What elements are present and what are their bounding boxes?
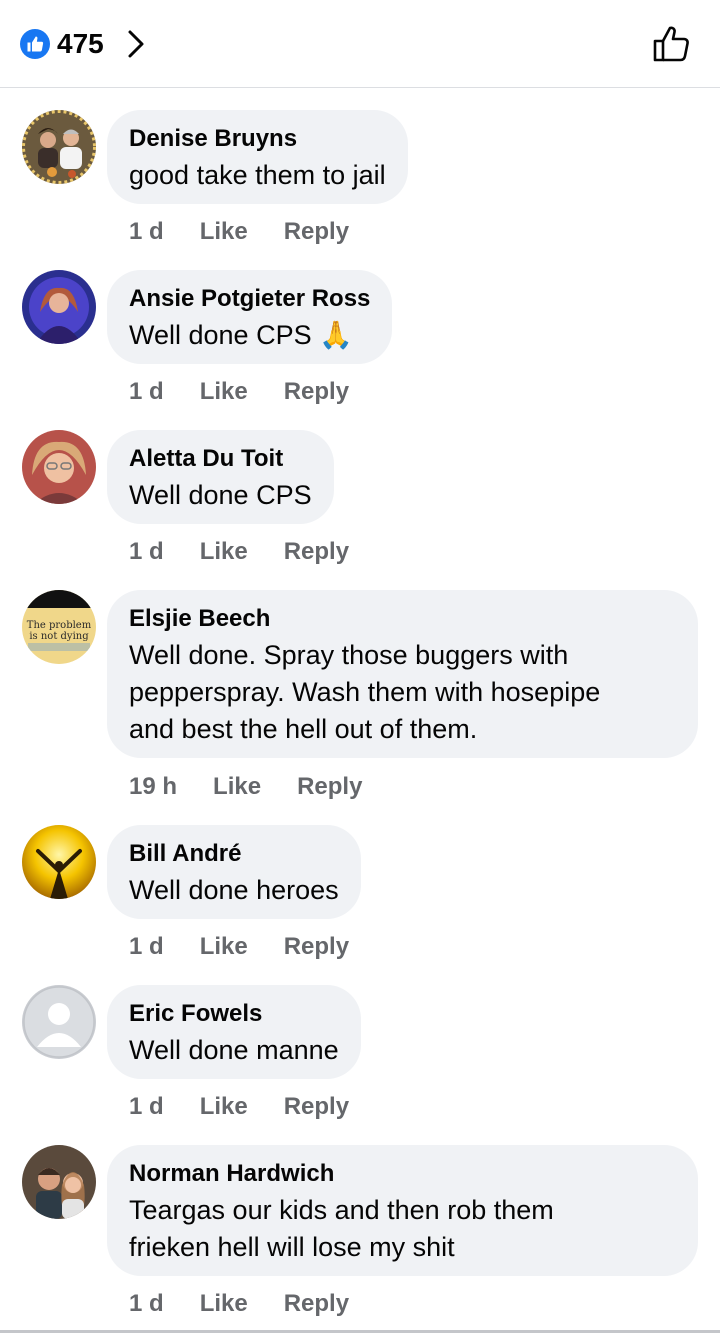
like-button[interactable]: Like bbox=[200, 1289, 248, 1319]
like-button[interactable]: Like bbox=[200, 377, 248, 407]
comment-time: 1 d bbox=[129, 538, 164, 565]
comment-text: good take them to jail bbox=[129, 160, 386, 190]
like-button[interactable]: Like bbox=[200, 217, 248, 247]
reply-button[interactable]: Reply bbox=[284, 1092, 349, 1122]
reply-button[interactable]: Reply bbox=[284, 537, 349, 567]
comment-actions: 1 d Like Reply bbox=[129, 1289, 349, 1319]
avatar[interactable] bbox=[22, 110, 96, 184]
comment-actions: 19 h Like Reply bbox=[129, 772, 362, 802]
comment-bubble[interactable]: Bill André Well done heroes bbox=[107, 825, 361, 919]
comment-text-line: frieken hell will lose my shit bbox=[129, 1232, 455, 1262]
comment-bubble[interactable]: Aletta Du Toit Well done CPS bbox=[107, 430, 334, 524]
comment-bubble[interactable]: Elsjie Beech Well done. Spray those bugg… bbox=[107, 590, 698, 758]
reaction-count[interactable]: 475 bbox=[57, 26, 104, 62]
like-button[interactable]: Like bbox=[200, 932, 248, 962]
reactions-header: 475 bbox=[0, 0, 720, 88]
comment-actions: 1 d Like Reply bbox=[129, 377, 349, 407]
avatar[interactable] bbox=[22, 985, 96, 1059]
comment-text: Well done CPS bbox=[129, 480, 312, 510]
comment-text: Teargas our kids and then rob them friek… bbox=[129, 1192, 676, 1266]
comment-text-line: Well done. Spray those buggers with bbox=[129, 640, 569, 670]
comment-author[interactable]: Elsjie Beech bbox=[129, 604, 676, 634]
thumbs-up-reaction-icon bbox=[20, 29, 50, 59]
comment-bubble[interactable]: Eric Fowels Well done manne bbox=[107, 985, 361, 1079]
like-outline-icon[interactable] bbox=[650, 23, 692, 65]
avatar[interactable]: The problem is not dying bbox=[22, 590, 96, 664]
comment-time: 19 h bbox=[129, 773, 178, 800]
avatar[interactable] bbox=[22, 825, 96, 899]
comment-author[interactable]: Denise Bruyns bbox=[129, 124, 386, 154]
like-button[interactable]: Like bbox=[200, 1092, 248, 1122]
comment-bubble[interactable]: Denise Bruyns good take them to jail bbox=[107, 110, 408, 204]
comment-time: 1 d bbox=[129, 218, 164, 245]
comment-time: 1 d bbox=[129, 1290, 164, 1317]
comment-author[interactable]: Eric Fowels bbox=[129, 999, 339, 1029]
comment-author[interactable]: Norman Hardwich bbox=[129, 1159, 676, 1189]
comment-actions: 1 d Like Reply bbox=[129, 537, 349, 567]
comment-time: 1 d bbox=[129, 933, 164, 960]
comment-author[interactable]: Aletta Du Toit bbox=[129, 444, 312, 474]
comment-text: Well done manne bbox=[129, 1035, 339, 1065]
comment-text: Well done CPS 🙏 bbox=[129, 320, 353, 350]
comment-text-line: and best the hell out of them. bbox=[129, 714, 478, 744]
comment-text: Well done heroes bbox=[129, 875, 339, 905]
comment-actions: 1 d Like Reply bbox=[129, 932, 349, 962]
reply-button[interactable]: Reply bbox=[297, 772, 362, 802]
comment-actions: 1 d Like Reply bbox=[129, 1092, 349, 1122]
reply-button[interactable]: Reply bbox=[284, 217, 349, 247]
comment-text-line: Teargas our kids and then rob them bbox=[129, 1195, 554, 1225]
comment-author[interactable]: Bill André bbox=[129, 839, 339, 869]
like-button[interactable]: Like bbox=[200, 537, 248, 567]
comment-text-line: pepperspray. Wash them with hosepipe bbox=[129, 677, 601, 707]
comment-actions: 1 d Like Reply bbox=[129, 217, 349, 247]
comment-bubble[interactable]: Norman Hardwich Teargas our kids and the… bbox=[107, 1145, 698, 1276]
reply-button[interactable]: Reply bbox=[284, 377, 349, 407]
avatar[interactable] bbox=[22, 430, 96, 504]
avatar-quote-line: The problem bbox=[27, 620, 92, 631]
comment-time: 1 d bbox=[129, 1093, 164, 1120]
reply-button[interactable]: Reply bbox=[284, 932, 349, 962]
avatar-quote-line: is not dying bbox=[29, 631, 89, 642]
like-button[interactable]: Like bbox=[213, 772, 261, 802]
comment-text: Well done. Spray those buggers with pepp… bbox=[129, 637, 676, 748]
comment-author[interactable]: Ansie Potgieter Ross bbox=[129, 284, 370, 314]
avatar[interactable] bbox=[22, 1145, 96, 1219]
comment-bubble[interactable]: Ansie Potgieter Ross Well done CPS 🙏 bbox=[107, 270, 393, 364]
reply-button[interactable]: Reply bbox=[284, 1289, 349, 1319]
comment-time: 1 d bbox=[129, 378, 164, 405]
avatar[interactable] bbox=[22, 270, 96, 344]
chevron-right-icon[interactable] bbox=[124, 28, 148, 60]
